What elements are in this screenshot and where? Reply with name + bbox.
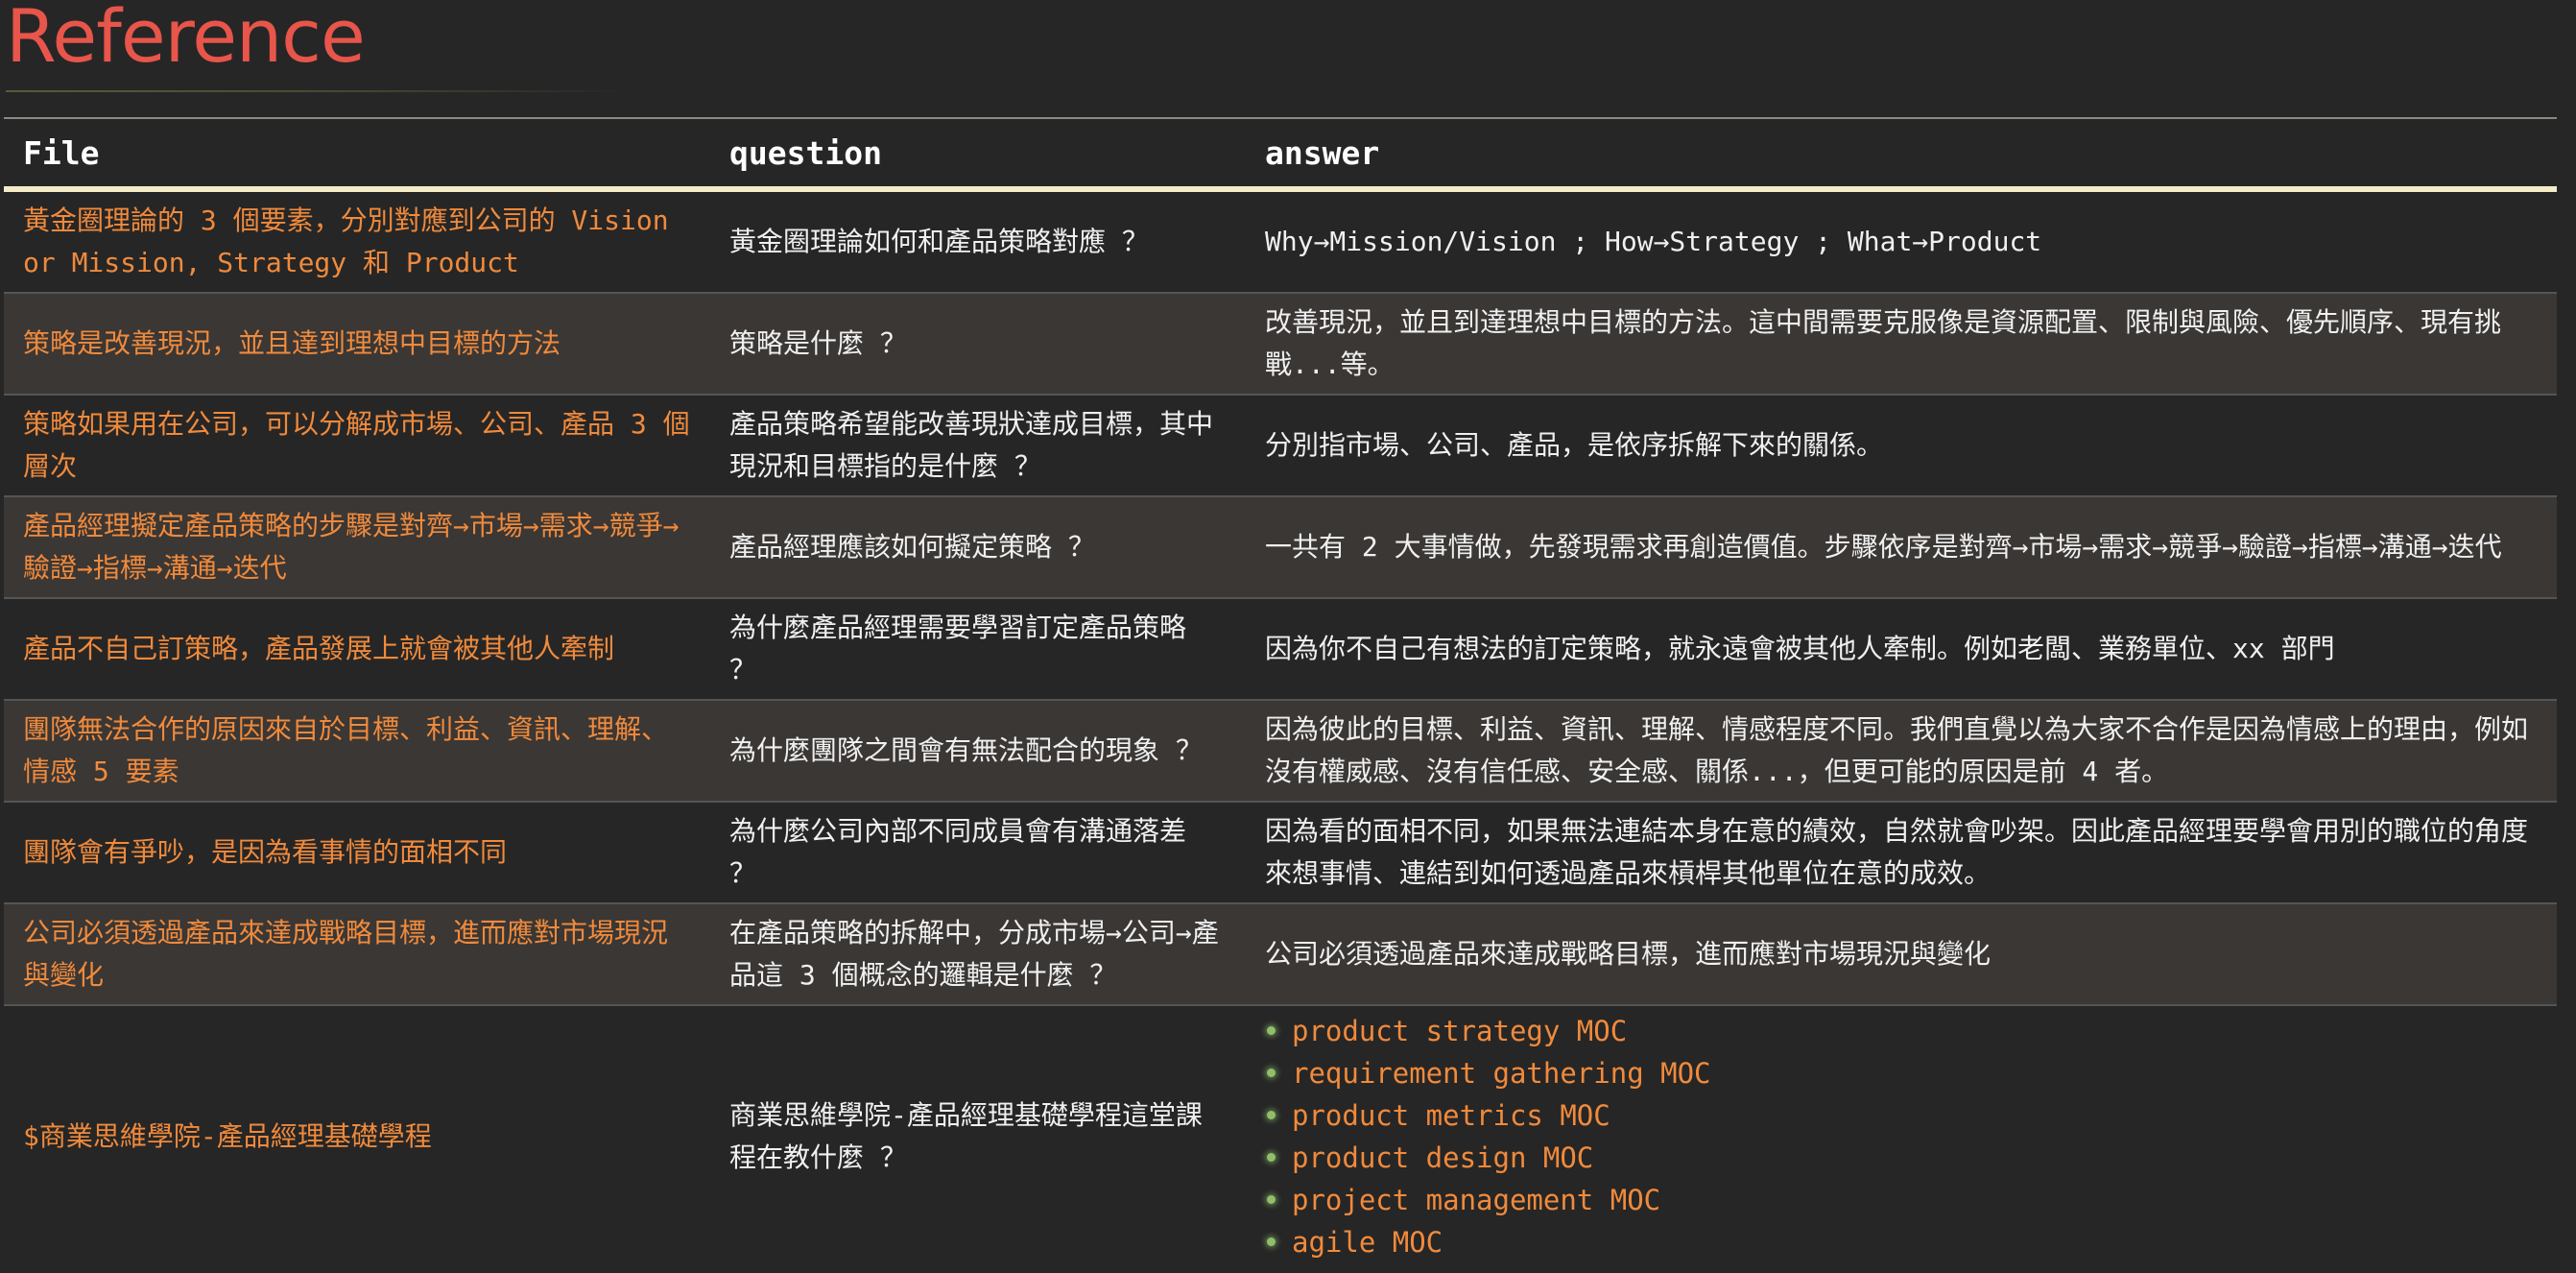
list-item: requirement gathering MOC [1265, 1052, 2538, 1094]
question-cell: 產品策略希望能改善現狀達成目標，其中現況和目標指的是什麼 ？ [710, 395, 1246, 497]
question-cell: 商業思維學院-產品經理基礎學程這堂課程在教什麼 ？ [710, 1005, 1246, 1267]
list-item: product metrics MOC [1265, 1094, 2538, 1137]
table-row: 公司必須透過產品來達成戰略目標，進而應對市場現況與變化 在產品策略的拆解中，分成… [4, 903, 2557, 1006]
file-link[interactable]: 團隊無法合作的原因來自於目標、利益、資訊、理解、情感 5 要素 [4, 700, 710, 803]
moc-link[interactable]: product strategy MOC [1292, 1015, 1627, 1047]
reference-table-container: File question answer 黃金圈理論的 3 個要素，分別對應到公… [4, 117, 2557, 1267]
question-cell: 黃金圈理論如何和產品策略對應 ？ [710, 189, 1246, 294]
bullet-icon [1267, 1111, 1276, 1119]
table-row: $商業思維學院-產品經理基礎學程 商業思維學院-產品經理基礎學程這堂課程在教什麼… [4, 1005, 2557, 1267]
question-cell: 產品經理應該如何擬定策略 ？ [710, 496, 1246, 599]
table-row: 團隊無法合作的原因來自於目標、利益、資訊、理解、情感 5 要素 為什麼團隊之間會… [4, 700, 2557, 803]
page-title: Reference [6, 0, 366, 79]
table-row: 產品經理擬定產品策略的步驟是對齊→市場→需求→競爭→驗證→指標→溝通→迭代 產品… [4, 496, 2557, 599]
question-cell: 策略是什麼 ？ [710, 293, 1246, 396]
bullet-icon [1267, 1069, 1276, 1077]
bullet-icon [1267, 1153, 1276, 1162]
list-item: product strategy MOC [1265, 1010, 2538, 1052]
file-link[interactable]: 團隊會有爭吵，是因為看事情的面相不同 [4, 802, 710, 904]
moc-link[interactable]: requirement gathering MOC [1292, 1057, 1711, 1090]
table-row: 策略是改善現況，並且達到理想中目標的方法 策略是什麼 ？ 改善現況，並且到達理想… [4, 293, 2557, 396]
bullet-icon [1267, 1195, 1276, 1204]
list-item: product design MOC [1265, 1137, 2538, 1179]
moc-link[interactable]: project management MOC [1292, 1184, 1660, 1216]
file-link[interactable]: 公司必須透過產品來達成戰略目標，進而應對市場現況與變化 [4, 903, 710, 1006]
table-row: 團隊會有爭吵，是因為看事情的面相不同 為什麼公司內部不同成員會有溝通落差 ？ 因… [4, 802, 2557, 904]
column-header-question[interactable]: question [710, 118, 1246, 189]
question-cell: 為什麼公司內部不同成員會有溝通落差 ？ [710, 802, 1246, 904]
moc-link[interactable]: product metrics MOC [1292, 1099, 1610, 1132]
title-underline [6, 90, 630, 92]
file-link[interactable]: 黃金圈理論的 3 個要素，分別對應到公司的 Vision or Mission,… [4, 189, 710, 294]
moc-link[interactable]: product design MOC [1292, 1141, 1593, 1174]
answer-cell: 一共有 2 大事情做，先發現需求再創造價值。步驟依序是對齊→市場→需求→競爭→驗… [1246, 496, 2557, 599]
table-row: 策略如果用在公司，可以分解成市場、公司、產品 3 個層次 產品策略希望能改善現狀… [4, 395, 2557, 497]
moc-link[interactable]: agile MOC [1292, 1226, 1443, 1259]
answer-cell: product strategy MOC requirement gatheri… [1246, 1005, 2557, 1267]
answer-cell: 因為你不自己有想法的訂定策略，就永遠會被其他人牽制。例如老闆、業務單位、xx 部… [1246, 598, 2557, 701]
answer-cell: 因為彼此的目標、利益、資訊、理解、情感程度不同。我們直覺以為大家不合作是因為情感… [1246, 700, 2557, 803]
answer-cell: Why→Mission/Vision ; How→Strategy ; What… [1246, 189, 2557, 294]
answer-cell: 分別指市場、公司、產品，是依序拆解下來的關係。 [1246, 395, 2557, 497]
file-link[interactable]: $商業思維學院-產品經理基礎學程 [4, 1005, 710, 1267]
table-header-row: File question answer [4, 118, 2557, 189]
answer-cell: 因為看的面相不同，如果無法連結本身在意的績效，自然就會吵架。因此產品經理要學會用… [1246, 802, 2557, 904]
column-header-file[interactable]: File [4, 118, 710, 189]
bullet-icon [1267, 1026, 1276, 1035]
moc-link-list: product strategy MOC requirement gatheri… [1265, 1010, 2538, 1263]
answer-cell: 改善現況，並且到達理想中目標的方法。這中間需要克服像是資源配置、限制與風險、優先… [1246, 293, 2557, 396]
list-item: project management MOC [1265, 1179, 2538, 1221]
bullet-icon [1267, 1237, 1276, 1246]
table-row: 黃金圈理論的 3 個要素，分別對應到公司的 Vision or Mission,… [4, 189, 2557, 294]
question-cell: 為什麼團隊之間會有無法配合的現象 ？ [710, 700, 1246, 803]
question-cell: 在產品策略的拆解中，分成市場→公司→產品這 3 個概念的邏輯是什麼 ？ [710, 903, 1246, 1006]
list-item: agile MOC [1265, 1221, 2538, 1263]
file-link[interactable]: 策略如果用在公司，可以分解成市場、公司、產品 3 個層次 [4, 395, 710, 497]
file-link[interactable]: 策略是改善現況，並且達到理想中目標的方法 [4, 293, 710, 396]
answer-cell: 公司必須透過產品來達成戰略目標，進而應對市場現況與變化 [1246, 903, 2557, 1006]
question-cell: 為什麼產品經理需要學習訂定產品策略 ？ [710, 598, 1246, 701]
file-link[interactable]: 產品經理擬定產品策略的步驟是對齊→市場→需求→競爭→驗證→指標→溝通→迭代 [4, 496, 710, 599]
table-row: 產品不自己訂策略，產品發展上就會被其他人牽制 為什麼產品經理需要學習訂定產品策略… [4, 598, 2557, 701]
reference-table: File question answer 黃金圈理論的 3 個要素，分別對應到公… [4, 117, 2557, 1267]
file-link[interactable]: 產品不自己訂策略，產品發展上就會被其他人牽制 [4, 598, 710, 701]
column-header-answer[interactable]: answer [1246, 118, 2557, 189]
